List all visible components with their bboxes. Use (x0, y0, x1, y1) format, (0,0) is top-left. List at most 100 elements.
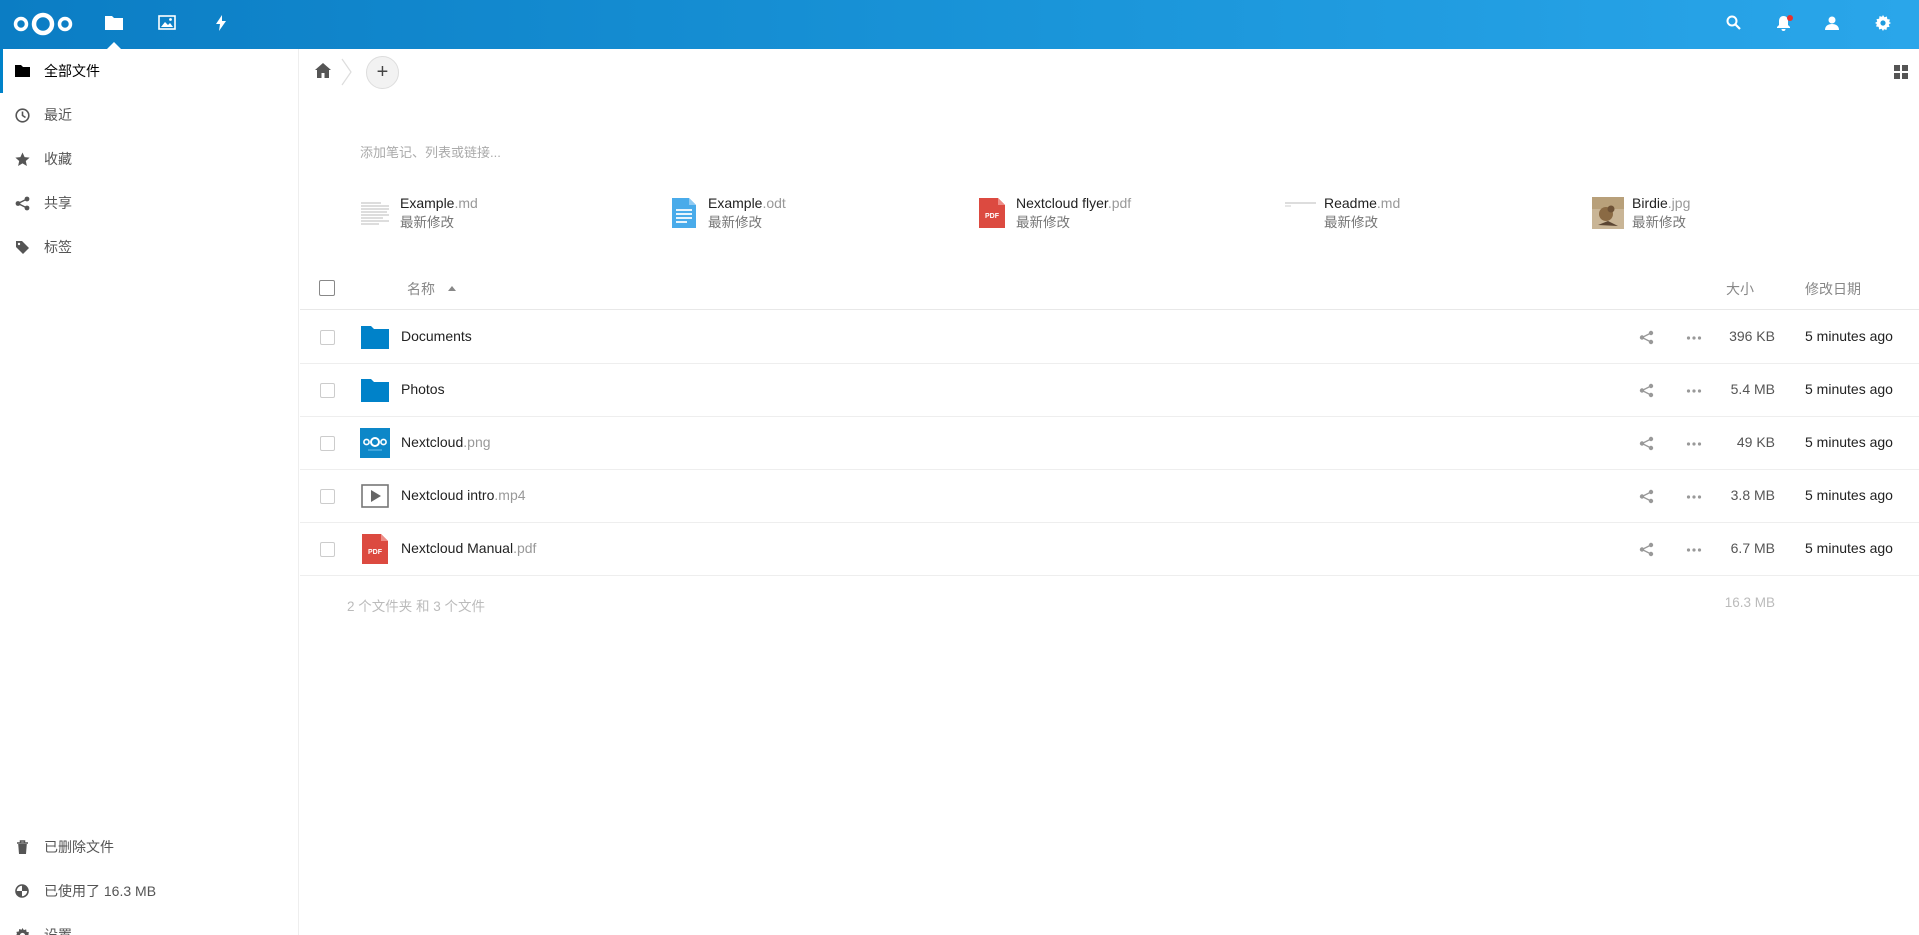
sidebar-item-label: 收藏 (44, 151, 72, 167)
table-row[interactable]: Documents 396 KB 5 minutes ago (300, 311, 1919, 364)
star-icon (14, 151, 30, 167)
recent-file-modified: 最新修改 (1324, 215, 1378, 230)
sidebar-item-recent[interactable]: 最近 (0, 93, 299, 137)
share-icon[interactable] (1639, 383, 1655, 399)
pdf-icon: PDF (360, 534, 390, 564)
recent-file-name: Nextcloud flyer (1016, 195, 1108, 211)
column-header-name[interactable]: 名称 (407, 279, 435, 299)
quota-indicator: 已使用了 16.3 MB (0, 869, 299, 913)
file-name[interactable]: Photos (401, 381, 445, 397)
sidebar-item-settings[interactable]: 设置 (0, 913, 299, 935)
image-icon (158, 15, 176, 34)
recent-file-item[interactable]: Example.md 最新修改 (360, 193, 478, 233)
app-files-button[interactable] (89, 0, 139, 49)
share-icon (14, 195, 30, 211)
file-name[interactable]: Nextcloud.png (401, 434, 491, 450)
file-size: 396 KB (1729, 328, 1775, 344)
table-row[interactable]: PDF Nextcloud Manual.pdf 6.7 MB 5 minute… (300, 523, 1919, 576)
table-row[interactable]: Photos 5.4 MB 5 minutes ago (300, 364, 1919, 417)
recent-file-ext: .md (1376, 195, 1401, 211)
recent-file-modified: 最新修改 (708, 215, 762, 230)
grid-view-toggle-icon[interactable] (1894, 65, 1908, 79)
share-icon[interactable] (1639, 436, 1655, 452)
row-checkbox[interactable] (320, 542, 335, 557)
pdf-icon: PDF (976, 197, 1008, 229)
file-size: 5.4 MB (1730, 381, 1775, 397)
svg-text:PDF: PDF (985, 213, 1000, 220)
column-header-modified[interactable]: 修改日期 (1805, 279, 1861, 299)
table-row[interactable]: Nextcloud.png 49 KB 5 minutes ago (300, 417, 1919, 470)
recent-file-item[interactable]: Example.odt 最新修改 (668, 193, 786, 233)
file-name[interactable]: Documents (401, 328, 472, 344)
table-row[interactable]: Nextcloud intro.mp4 3.8 MB 5 minutes ago (300, 470, 1919, 523)
contacts-button[interactable] (1808, 0, 1856, 49)
sidebar-item-label: 全部文件 (44, 63, 100, 79)
app-photos-button[interactable] (142, 0, 192, 49)
lightning-icon (215, 14, 227, 35)
recent-file-ext: .odt (762, 195, 786, 211)
row-checkbox[interactable] (320, 489, 335, 504)
recent-file-modified: 最新修改 (400, 215, 454, 230)
settings-menu-button[interactable] (1859, 0, 1907, 49)
folder-icon (360, 322, 390, 352)
recent-file-item[interactable]: PDF Nextcloud flyer.pdf 最新修改 (976, 193, 1131, 233)
row-checkbox[interactable] (320, 436, 335, 451)
sidebar: 全部文件 最近 收藏 共享 标签 已删除文件 已使用了 16.3 MB 设置 (0, 49, 299, 935)
share-icon[interactable] (1639, 489, 1655, 505)
breadcrumb-separator (340, 57, 354, 87)
recent-file-item[interactable]: Readme.md 最新修改 (1284, 193, 1400, 233)
recent-file-ext: .pdf (1107, 195, 1132, 211)
recent-file-ext: .md (454, 195, 478, 211)
sidebar-item-deleted-files[interactable]: 已删除文件 (0, 825, 299, 869)
recent-file-ext: .jpg (1667, 195, 1691, 211)
file-size: 6.7 MB (1730, 540, 1775, 556)
more-options-icon[interactable] (1686, 436, 1702, 452)
sidebar-item-favorites[interactable]: 收藏 (0, 137, 299, 181)
share-icon[interactable] (1639, 330, 1655, 346)
column-header-size[interactable]: 大小 (1726, 279, 1754, 299)
note-input[interactable] (360, 137, 1060, 167)
clock-icon (14, 107, 30, 123)
new-file-button[interactable]: + (366, 56, 399, 89)
notifications-button[interactable] (1759, 0, 1807, 49)
sidebar-item-label: 标签 (44, 239, 72, 255)
sidebar-item-tags[interactable]: 标签 (0, 225, 299, 269)
file-name[interactable]: Nextcloud intro.mp4 (401, 487, 526, 503)
photo-thumbnail-icon (1592, 197, 1624, 229)
video-icon (360, 481, 390, 511)
recent-file-name: Example (708, 195, 763, 211)
sidebar-item-shares[interactable]: 共享 (0, 181, 299, 225)
more-options-icon[interactable] (1686, 330, 1702, 346)
more-options-icon[interactable] (1686, 489, 1702, 505)
more-options-icon[interactable] (1686, 542, 1702, 558)
summary-size: 16.3 MB (1724, 595, 1775, 610)
row-checkbox[interactable] (320, 330, 335, 345)
recent-file-name: Readme (1324, 195, 1377, 211)
pie-chart-icon (14, 883, 30, 899)
sidebar-item-label: 已删除文件 (44, 839, 114, 855)
folder-icon (360, 375, 390, 405)
settings-icon (14, 927, 30, 935)
plus-icon: + (376, 61, 389, 83)
more-options-icon[interactable] (1686, 383, 1702, 399)
recent-file-modified: 最新修改 (1632, 215, 1686, 230)
file-modified: 5 minutes ago (1805, 487, 1893, 503)
file-size: 49 KB (1736, 434, 1775, 450)
settings-icon (1875, 14, 1891, 35)
row-checkbox[interactable] (320, 383, 335, 398)
select-all-checkbox[interactable] (319, 280, 335, 296)
share-icon[interactable] (1639, 542, 1655, 558)
file-modified: 5 minutes ago (1805, 434, 1893, 450)
sidebar-item-all-files[interactable]: 全部文件 (0, 49, 299, 93)
file-modified: 5 minutes ago (1805, 381, 1893, 397)
home-icon[interactable] (315, 63, 331, 79)
file-modified: 5 minutes ago (1805, 540, 1893, 556)
app-activity-button[interactable] (196, 0, 246, 49)
search-button[interactable] (1709, 0, 1757, 49)
recent-file-item[interactable]: Birdie.jpg 最新修改 (1592, 193, 1690, 233)
text-document-thumbnail-icon (1284, 197, 1316, 229)
file-name[interactable]: Nextcloud Manual.pdf (401, 540, 536, 556)
sidebar-item-label: 共享 (44, 195, 72, 211)
nextcloud-logo-icon[interactable] (12, 9, 74, 39)
file-table-header: 名称 大小 修改日期 (300, 266, 1919, 310)
